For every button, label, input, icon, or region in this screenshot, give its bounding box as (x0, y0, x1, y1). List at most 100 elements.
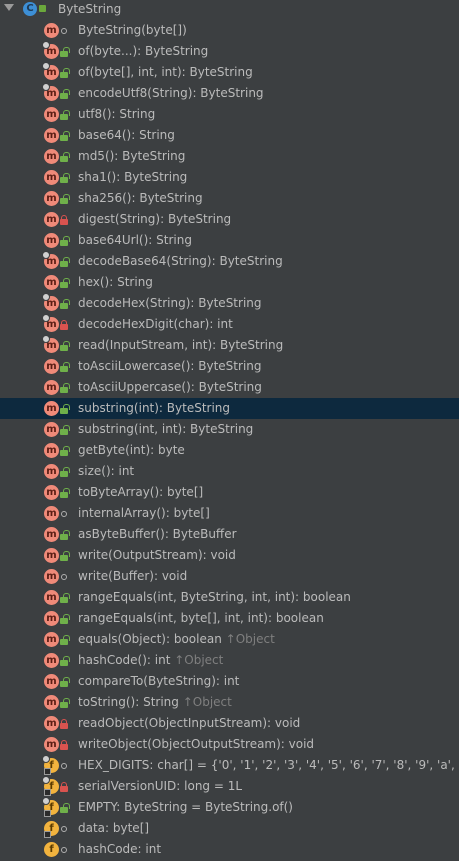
unlocked-icon (60, 635, 70, 645)
method-item[interactable]: m asByteBuffer(): ByteBuffer (0, 524, 459, 545)
unlocked-icon (60, 383, 70, 393)
method-item[interactable]: m substring(int, int): ByteString (0, 419, 459, 440)
member-label: toAsciiUppercase(): ByteString (78, 380, 262, 394)
method-icon: m (44, 380, 59, 395)
method-item[interactable]: m utf8(): String (0, 104, 459, 125)
method-icon: m (44, 632, 59, 647)
member-label: of(byte[], int, int): ByteString (78, 65, 253, 79)
member-label: equals(Object): boolean ↑Object (78, 632, 275, 646)
method-icon: m (44, 275, 59, 290)
member-label: read(InputStream, int): ByteString (78, 338, 284, 352)
member-label: encodeUtf8(String): ByteString (78, 86, 264, 100)
public-access-icon (39, 5, 46, 12)
final-marker-icon (44, 789, 51, 796)
method-item[interactable]: m decodeHex(String): ByteString (0, 293, 459, 314)
method-item[interactable]: m getByte(int): byte (0, 440, 459, 461)
method-item[interactable]: m toAsciiUppercase(): ByteString (0, 377, 459, 398)
field-item[interactable]: f EMPTY: ByteString = ByteString.of() (0, 797, 459, 818)
member-label: toAsciiLowercase(): ByteString (78, 359, 262, 373)
method-item[interactable]: m toByteArray(): byte[] (0, 482, 459, 503)
method-item[interactable]: m decodeBase64(String): ByteString (0, 251, 459, 272)
method-item[interactable]: m decodeHexDigit(char): int (0, 314, 459, 335)
member-label: internalArray(): byte[] (78, 506, 210, 520)
field-item[interactable]: f hashCode: int (0, 839, 459, 860)
method-item[interactable]: m ByteString(byte[]) (0, 20, 459, 41)
member-icon-group: f (44, 842, 67, 857)
static-marker-icon (42, 251, 50, 259)
member-label: hashCode(): int ↑Object (78, 653, 224, 667)
member-icon-group: m (44, 149, 70, 164)
method-item[interactable]: m toString(): String ↑Object (0, 692, 459, 713)
member-icon-group: m (44, 716, 68, 731)
field-item[interactable]: f HEX_DIGITS: char[] = {'0', '1', '2', '3… (0, 755, 459, 776)
method-item[interactable]: m writeObject(ObjectOutputStream): void (0, 734, 459, 755)
class-node[interactable]: C ByteString (0, 0, 459, 21)
method-icon: m (44, 674, 59, 689)
member-label: hex(): String (78, 275, 153, 289)
member-icon-group: m (44, 23, 67, 38)
method-item[interactable]: m base64Url(): String (0, 230, 459, 251)
member-label: serialVersionUID: long = 1L (78, 779, 243, 793)
unlocked-icon (60, 89, 70, 99)
unlocked-icon (60, 488, 70, 498)
member-icon-group: m (42, 62, 70, 80)
member-icon-group: m (44, 275, 70, 290)
method-icon: m (44, 653, 59, 668)
method-item[interactable]: m toAsciiLowercase(): ByteString (0, 356, 459, 377)
member-label: toString(): String ↑Object (78, 695, 232, 709)
method-item[interactable]: m write(OutputStream): void (0, 545, 459, 566)
member-label: rangeEquals(int, ByteString, int, int): … (78, 590, 351, 604)
member-icon-group: m (42, 251, 70, 269)
member-icon-group: m (44, 485, 70, 500)
method-item[interactable]: m md5(): ByteString (0, 146, 459, 167)
static-marker-icon (42, 41, 50, 49)
method-item[interactable]: m sha256(): ByteString (0, 188, 459, 209)
unlocked-icon (60, 803, 70, 813)
package-dot-icon (60, 27, 67, 34)
inherited-from-label: ↑Object (225, 632, 275, 646)
method-item[interactable]: m substring(int): ByteString (0, 398, 459, 419)
method-item[interactable]: m rangeEquals(int, byte[], int, int): boo… (0, 608, 459, 629)
unlocked-icon (60, 68, 70, 78)
method-item[interactable]: m rangeEquals(int, ByteString, int, int):… (0, 587, 459, 608)
member-label: writeObject(ObjectOutputStream): void (78, 737, 315, 751)
method-item[interactable]: m hex(): String (0, 272, 459, 293)
unlocked-icon (60, 47, 70, 57)
method-item[interactable]: m of(byte...): ByteString (0, 41, 459, 62)
member-label: decodeHex(String): ByteString (78, 296, 262, 310)
method-icon: m (44, 422, 59, 437)
unlocked-icon (60, 530, 70, 540)
method-item[interactable]: m hashCode(): int ↑Object (0, 650, 459, 671)
method-item[interactable]: m sha1(): ByteString (0, 167, 459, 188)
method-item[interactable]: m of(byte[], int, int): ByteString (0, 62, 459, 83)
method-icon: m (44, 107, 59, 122)
method-item[interactable]: m readObject(ObjectInputStream): void (0, 713, 459, 734)
member-label: of(byte...): ByteString (78, 44, 209, 58)
member-icon-group: m (42, 41, 70, 59)
unlocked-icon (60, 110, 70, 120)
member-label: sha1(): ByteString (78, 170, 188, 184)
method-icon: m (44, 212, 59, 227)
member-label: data: byte[] (78, 821, 150, 835)
method-item[interactable]: m digest(String): ByteString (0, 209, 459, 230)
static-marker-icon (42, 83, 50, 91)
lock-icon (60, 782, 69, 792)
method-item[interactable]: m compareTo(ByteString): int (0, 671, 459, 692)
member-icon-group: m (42, 83, 70, 101)
final-marker-icon (44, 831, 51, 838)
field-item[interactable]: f data: byte[] (0, 818, 459, 839)
field-item[interactable]: f serialVersionUID: long = 1L (0, 776, 459, 797)
member-label: md5(): ByteString (78, 149, 186, 163)
method-item[interactable]: m internalArray(): byte[] (0, 503, 459, 524)
method-item[interactable]: m write(Buffer): void (0, 566, 459, 587)
member-icon-group: m (44, 569, 67, 584)
member-icon-group: m (44, 128, 70, 143)
method-item[interactable]: m size(): int (0, 461, 459, 482)
method-item[interactable]: m read(InputStream, int): ByteString (0, 335, 459, 356)
method-item[interactable]: m base64(): String (0, 125, 459, 146)
method-item[interactable]: m encodeUtf8(String): ByteString (0, 83, 459, 104)
member-icon-group: m (44, 107, 70, 122)
method-item[interactable]: m equals(Object): boolean ↑Object (0, 629, 459, 650)
member-label: readObject(ObjectInputStream): void (78, 716, 301, 730)
expand-toggle-icon[interactable] (4, 4, 14, 11)
